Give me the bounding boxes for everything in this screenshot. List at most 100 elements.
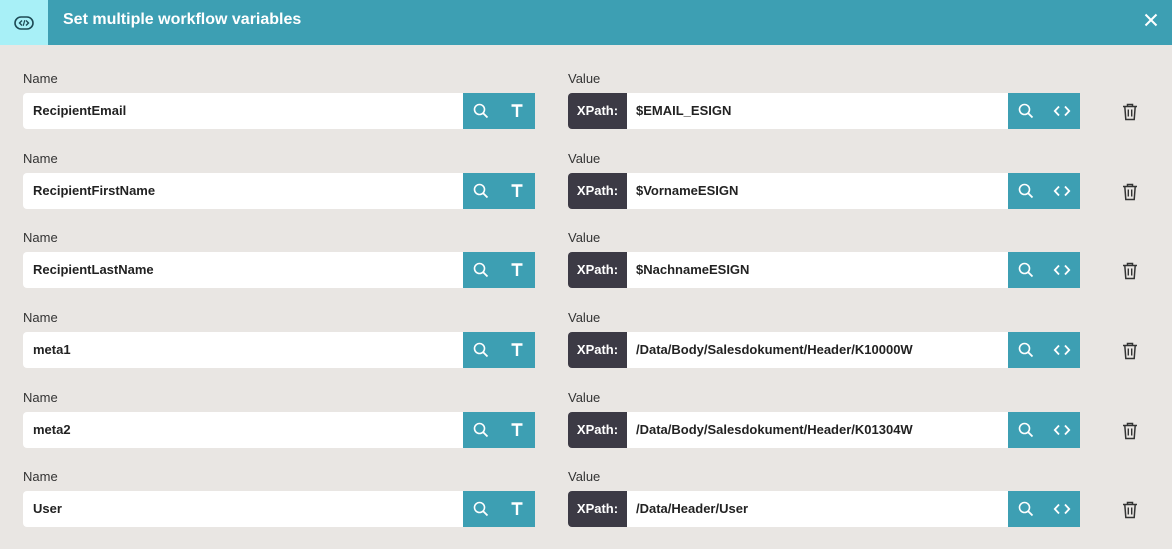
search-name-button[interactable] [463, 491, 499, 527]
name-field[interactable]: RecipientLastName [23, 252, 463, 288]
text-type-button[interactable] [499, 412, 535, 448]
name-field[interactable]: meta2 [23, 412, 463, 448]
search-icon [473, 342, 489, 358]
search-icon [1018, 183, 1034, 199]
name-label: Name [23, 230, 58, 245]
name-field[interactable]: User [23, 491, 463, 527]
search-value-button[interactable] [1008, 491, 1044, 527]
value-label: Value [568, 390, 601, 405]
trash-icon [1123, 103, 1137, 121]
code-block-icon [0, 0, 48, 45]
text-type-icon [511, 502, 523, 515]
code-editor-button[interactable] [1044, 332, 1080, 368]
value-label: Value [568, 230, 601, 245]
dialog-title: Set multiple workflow variables [63, 11, 302, 28]
delete-row-button[interactable] [1119, 101, 1141, 123]
text-type-button[interactable] [499, 173, 535, 209]
search-value-button[interactable] [1008, 412, 1044, 448]
text-type-icon [511, 184, 523, 197]
text-type-icon [511, 423, 523, 436]
name-label: Name [23, 151, 58, 166]
text-type-button[interactable] [499, 93, 535, 129]
value-field[interactable]: /Data/Header/User [627, 491, 1008, 527]
text-type-button[interactable] [499, 332, 535, 368]
delete-row-button[interactable] [1119, 260, 1141, 282]
variable-row: Name RecipientLastName Value XPath: $Nac… [0, 230, 1172, 310]
variable-row: Name meta1 Value XPath: /Data/Body/Sales… [0, 310, 1172, 390]
trash-icon [1123, 183, 1137, 201]
text-type-button[interactable] [499, 491, 535, 527]
xpath-type-badge: XPath: [568, 252, 627, 288]
code-editor-button[interactable] [1044, 491, 1080, 527]
name-field[interactable]: meta1 [23, 332, 463, 368]
text-type-icon [511, 343, 523, 356]
xpath-type-badge: XPath: [568, 93, 627, 129]
name-label: Name [23, 71, 58, 86]
name-field[interactable]: RecipientFirstName [23, 173, 463, 209]
search-value-button[interactable] [1008, 93, 1044, 129]
value-field[interactable]: $NachnameESIGN [627, 252, 1008, 288]
search-name-button[interactable] [463, 332, 499, 368]
value-label: Value [568, 71, 601, 86]
code-editor-button[interactable] [1044, 252, 1080, 288]
search-icon [1018, 422, 1034, 438]
search-name-button[interactable] [463, 412, 499, 448]
value-field[interactable]: $VornameESIGN [627, 173, 1008, 209]
value-label: Value [568, 310, 601, 325]
delete-row-button[interactable] [1119, 420, 1141, 442]
value-field[interactable]: /Data/Body/Salesdokument/Header/K01304W [627, 412, 1008, 448]
delete-row-button[interactable] [1119, 181, 1141, 203]
value-field[interactable]: $EMAIL_ESIGN [627, 93, 1008, 129]
search-icon [473, 262, 489, 278]
dialog-header: Set multiple workflow variables [0, 0, 1172, 45]
variable-row: Name RecipientFirstName Value XPath: $Vo… [0, 151, 1172, 231]
trash-icon [1123, 501, 1137, 519]
search-icon [473, 103, 489, 119]
search-value-button[interactable] [1008, 252, 1044, 288]
code-icon [1053, 185, 1071, 197]
trash-icon [1123, 342, 1137, 360]
search-icon [1018, 103, 1034, 119]
code-editor-button[interactable] [1044, 93, 1080, 129]
text-type-button[interactable] [499, 252, 535, 288]
xpath-type-badge: XPath: [568, 491, 627, 527]
name-label: Name [23, 310, 58, 325]
xpath-type-badge: XPath: [568, 173, 627, 209]
code-icon [1053, 344, 1071, 356]
search-name-button[interactable] [463, 173, 499, 209]
delete-row-button[interactable] [1119, 340, 1141, 362]
value-label: Value [568, 469, 601, 484]
delete-row-button[interactable] [1119, 499, 1141, 521]
value-label: Value [568, 151, 601, 166]
code-icon [1053, 424, 1071, 436]
text-type-icon [511, 263, 523, 276]
variable-row: Name meta2 Value XPath: /Data/Body/Sales… [0, 390, 1172, 470]
search-value-button[interactable] [1008, 332, 1044, 368]
xpath-type-badge: XPath: [568, 332, 627, 368]
name-label: Name [23, 469, 58, 484]
trash-icon [1123, 422, 1137, 440]
search-icon [1018, 262, 1034, 278]
name-field[interactable]: RecipientEmail [23, 93, 463, 129]
search-icon [473, 422, 489, 438]
search-value-button[interactable] [1008, 173, 1044, 209]
search-name-button[interactable] [463, 93, 499, 129]
code-icon [1053, 264, 1071, 276]
search-name-button[interactable] [463, 252, 499, 288]
search-icon [1018, 501, 1034, 517]
value-field[interactable]: /Data/Body/Salesdokument/Header/K10000W [627, 332, 1008, 368]
close-icon[interactable] [1140, 9, 1162, 31]
name-label: Name [23, 390, 58, 405]
search-icon [1018, 342, 1034, 358]
text-type-icon [511, 104, 523, 117]
code-editor-button[interactable] [1044, 412, 1080, 448]
code-icon [1053, 503, 1071, 515]
code-icon [1053, 105, 1071, 117]
search-icon [473, 183, 489, 199]
trash-icon [1123, 262, 1137, 280]
code-editor-button[interactable] [1044, 173, 1080, 209]
xpath-type-badge: XPath: [568, 412, 627, 448]
search-icon [473, 501, 489, 517]
variable-row: Name User Value XPath: /Data/Header/User [0, 469, 1172, 549]
variable-row: Name RecipientEmail Value XPath: $EMAIL_… [0, 71, 1172, 151]
